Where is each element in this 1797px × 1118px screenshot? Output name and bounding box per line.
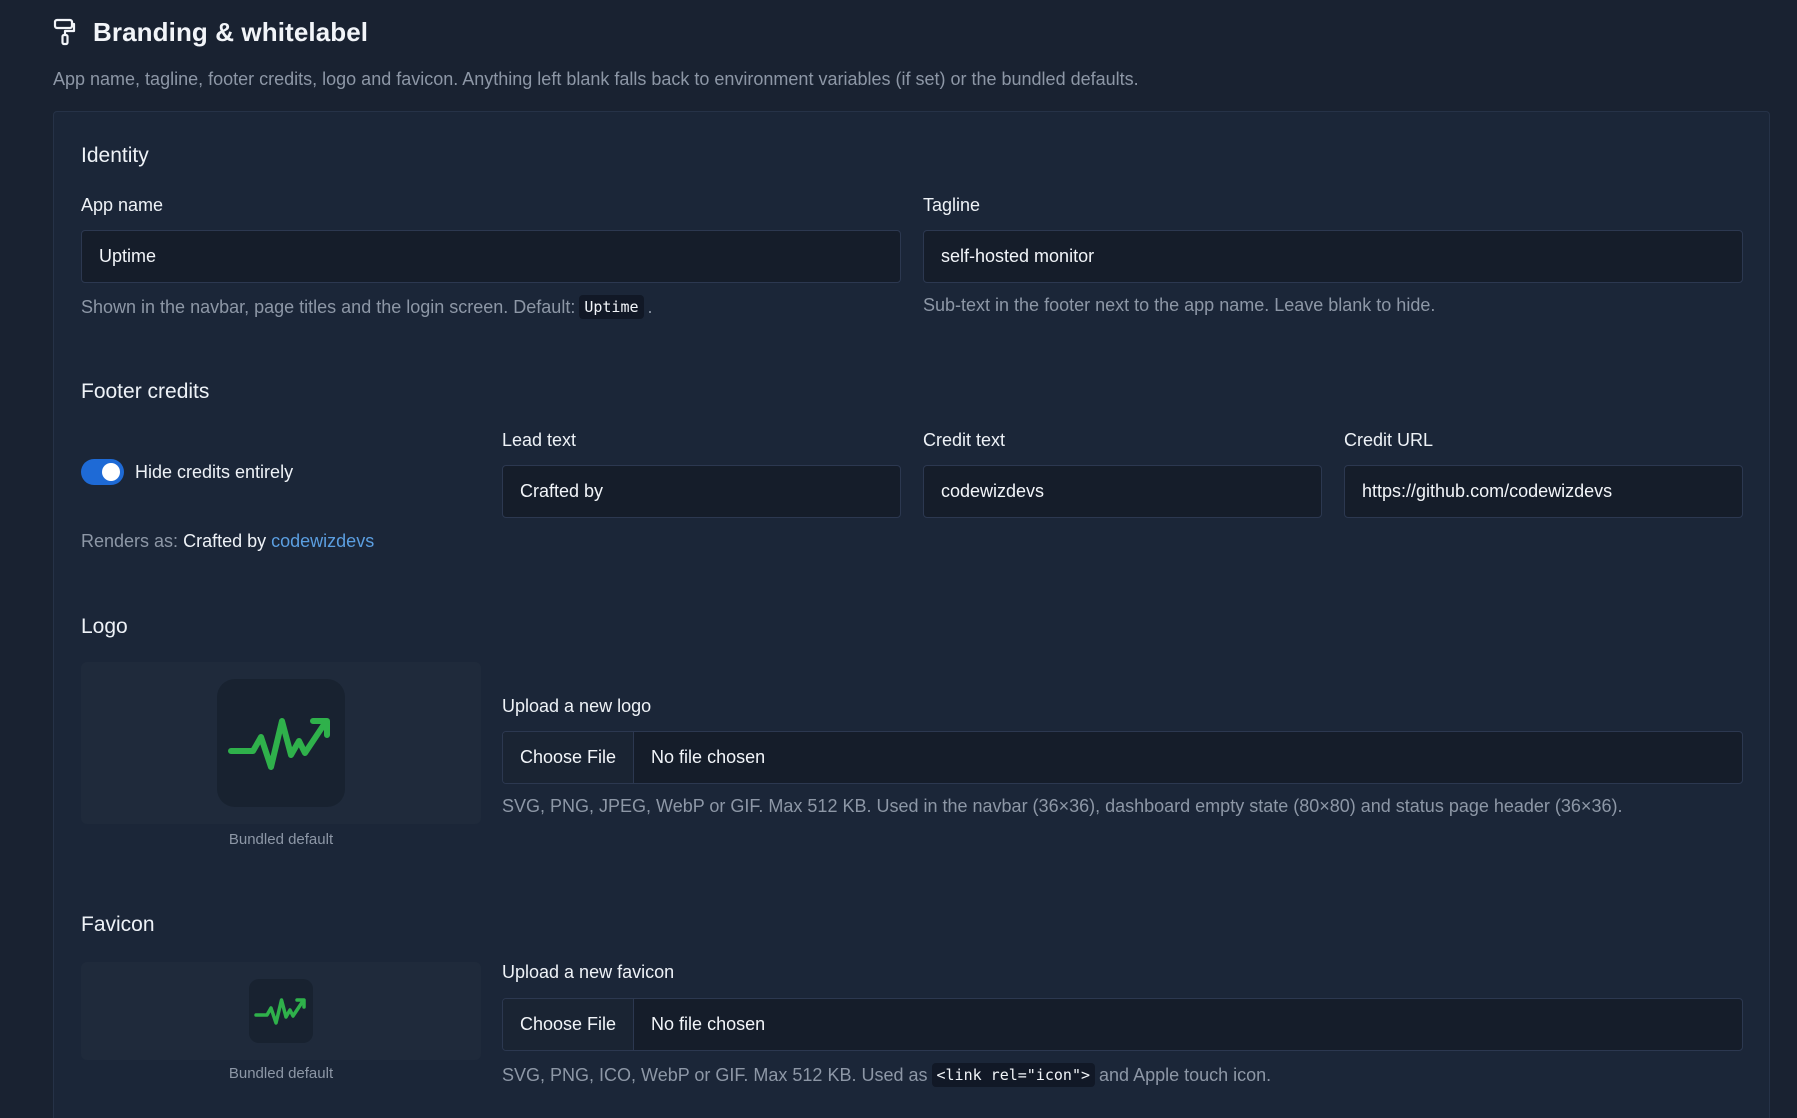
logo-file-input[interactable]: Choose File No file chosen xyxy=(502,731,1743,784)
favicon-hint-code: <link rel="icon"> xyxy=(931,1063,1096,1087)
lead-text-label: Lead text xyxy=(502,430,577,450)
renders-as-lead: Crafted by xyxy=(183,531,267,551)
app-name-hint: Shown in the navbar, page titles and the… xyxy=(81,295,653,319)
app-name-label: App name xyxy=(81,195,164,215)
favicon-section-title: Favicon xyxy=(81,913,155,936)
credit-text-input[interactable]: codewizdevs xyxy=(923,465,1322,518)
logo-section-title: Logo xyxy=(81,615,128,638)
app-name-input[interactable]: Uptime xyxy=(81,230,901,283)
favicon-hint: SVG, PNG, ICO, WebP or GIF. Max 512 KB. … xyxy=(502,1063,1271,1087)
favicon-preview xyxy=(81,962,481,1060)
title-row: Branding & whitelabel xyxy=(53,14,1757,50)
branding-card: Identity App name Uptime Shown in the na… xyxy=(53,111,1770,1118)
renders-as-prefix: Renders as: xyxy=(81,531,179,551)
page-header: Branding & whitelabel App name, tagline,… xyxy=(53,14,1757,90)
credit-url-input[interactable]: https://github.com/codewizdevs xyxy=(1344,465,1743,518)
identity-section-title: Identity xyxy=(81,144,149,167)
pulse-logo-icon xyxy=(228,718,330,770)
favicon-file-status: No file chosen xyxy=(651,1014,766,1034)
logo-upload-label: Upload a new logo xyxy=(502,696,652,716)
app-name-hint-text: Shown in the navbar, page titles and the… xyxy=(81,296,576,317)
paint-roller-icon xyxy=(53,17,81,47)
logo-image xyxy=(217,679,345,807)
hide-credits-label: Hide credits entirely xyxy=(135,461,294,482)
pulse-favicon-icon xyxy=(254,998,306,1025)
logo-preview xyxy=(81,662,481,824)
footer-credits-section-title: Footer credits xyxy=(81,380,210,403)
credit-url-label: Credit URL xyxy=(1344,430,1434,450)
branding-page: Branding & whitelabel App name, tagline,… xyxy=(0,0,1797,1118)
tagline-label: Tagline xyxy=(923,195,981,215)
renders-as-preview: Renders as: Crafted by codewizdevs xyxy=(81,531,374,552)
tagline-input[interactable]: self-hosted monitor xyxy=(923,230,1743,283)
logo-file-status: No file chosen xyxy=(651,747,766,767)
favicon-choose-file-button[interactable]: Choose File xyxy=(503,999,635,1050)
hide-credits-toggle[interactable] xyxy=(81,459,124,485)
lead-text-input[interactable]: Crafted by xyxy=(502,465,901,518)
page-title: Branding & whitelabel xyxy=(93,16,369,47)
renders-as-link[interactable]: codewizdevs xyxy=(271,531,374,551)
favicon-hint-after: and Apple touch icon. xyxy=(1099,1064,1272,1085)
app-name-default-code: Uptime xyxy=(579,295,644,319)
favicon-caption: Bundled default xyxy=(228,1065,334,1082)
tagline-hint: Sub-text in the footer next to the app n… xyxy=(923,295,1436,315)
credit-text-label: Credit text xyxy=(923,430,1006,450)
page-description: App name, tagline, footer credits, logo … xyxy=(53,69,1139,89)
favicon-upload-label: Upload a new favicon xyxy=(502,962,675,982)
favicon-file-input[interactable]: Choose File No file chosen xyxy=(502,998,1743,1051)
logo-hint: SVG, PNG, JPEG, WebP or GIF. Max 512 KB.… xyxy=(502,796,1623,816)
logo-caption: Bundled default xyxy=(228,831,334,848)
app-name-hint-end: . xyxy=(647,296,653,317)
logo-choose-file-button[interactable]: Choose File xyxy=(503,732,635,783)
favicon-image xyxy=(249,979,313,1043)
hide-credits-toggle-row[interactable]: Hide credits entirely xyxy=(81,459,293,485)
favicon-hint-before: SVG, PNG, ICO, WebP or GIF. Max 512 KB. … xyxy=(502,1064,928,1085)
toggle-knob xyxy=(102,463,120,481)
